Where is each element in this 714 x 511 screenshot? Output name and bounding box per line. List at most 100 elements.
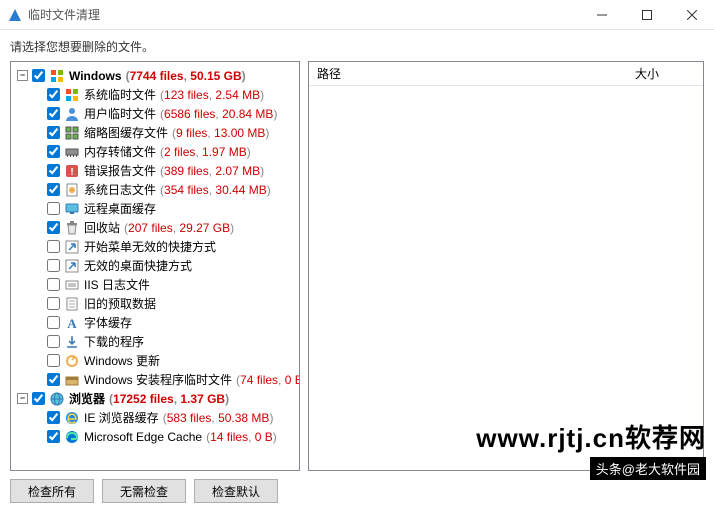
tree-item[interactable]: Windows 更新 (13, 351, 297, 370)
maximize-button[interactable] (624, 0, 669, 30)
item-checkbox[interactable] (47, 183, 60, 196)
item-checkbox[interactable] (47, 411, 60, 424)
tree-item[interactable]: 旧的预取数据 (13, 294, 297, 313)
tree-item[interactable]: Windows 安装程序临时文件 (74 files, 0 B (13, 370, 297, 389)
item-label: 下载的程序 (84, 333, 144, 350)
item-label: 错误报告文件 (84, 162, 156, 179)
file-list-body (309, 86, 703, 470)
tree-item[interactable]: 开始菜单无效的快捷方式 (13, 237, 297, 256)
svg-text:A: A (67, 316, 77, 331)
check-default-button[interactable]: 检查默认 (194, 479, 278, 503)
tree-item[interactable]: 回收站 (207 files, 29.27 GB) (13, 218, 297, 237)
item-checkbox[interactable] (47, 145, 60, 158)
item-checkbox[interactable] (47, 126, 60, 139)
item-label: Microsoft Edge Cache (84, 430, 202, 444)
item-checkbox[interactable] (47, 202, 60, 215)
item-checkbox[interactable] (47, 88, 60, 101)
prefetch-icon (64, 296, 80, 312)
prompt-text: 请选择您想要删除的文件。 (0, 30, 714, 61)
tree-item[interactable]: 下载的程序 (13, 332, 297, 351)
tree-item[interactable]: 远程桌面缓存 (13, 199, 297, 218)
item-label: 用户临时文件 (84, 105, 156, 122)
app-icon (8, 8, 22, 22)
log-icon (64, 182, 80, 198)
iis-icon (64, 277, 80, 293)
update-icon (64, 353, 80, 369)
thumb-icon (64, 125, 80, 141)
memory-icon (64, 144, 80, 160)
item-label: 系统日志文件 (84, 181, 156, 198)
download-icon (64, 334, 80, 350)
tree-item[interactable]: 用户临时文件 (6586 files, 20.84 MB) (13, 104, 297, 123)
column-size[interactable]: 大小 (635, 65, 695, 82)
item-label: IE 浏览器缓存 (84, 409, 159, 426)
item-checkbox[interactable] (47, 221, 60, 234)
shortcut-icon (64, 258, 80, 274)
category-tree[interactable]: −Windows (7744 files, 50.15 GB)系统临时文件 (1… (10, 61, 300, 471)
item-checkbox[interactable] (47, 278, 60, 291)
tree-item[interactable]: 系统日志文件 (354 files, 30.44 MB) (13, 180, 297, 199)
group-checkbox[interactable] (32, 69, 45, 82)
tree-group[interactable]: −Windows (7744 files, 50.15 GB) (13, 66, 297, 85)
installer-icon (64, 372, 80, 388)
item-checkbox[interactable] (47, 164, 60, 177)
item-label: Windows 安装程序临时文件 (84, 371, 232, 388)
edge-icon (64, 429, 80, 445)
group-checkbox[interactable] (32, 392, 45, 405)
column-path[interactable]: 路径 (317, 65, 635, 82)
titlebar: 临时文件清理 (0, 0, 714, 30)
svg-text:!: ! (70, 167, 73, 178)
windows-flag-icon (64, 87, 80, 103)
item-label: 回收站 (84, 219, 120, 236)
item-label: 远程桌面缓存 (84, 200, 156, 217)
no-check-button[interactable]: 无需检查 (102, 479, 186, 503)
item-label: 开始菜单无效的快捷方式 (84, 238, 216, 255)
shortcut-icon (64, 239, 80, 255)
window-title: 临时文件清理 (28, 6, 579, 23)
tree-item[interactable]: A 字体缓存 (13, 313, 297, 332)
tree-group[interactable]: −浏览器 (17252 files, 1.37 GB) (13, 389, 297, 408)
globe-icon (49, 391, 65, 407)
collapse-icon[interactable]: − (17, 393, 28, 404)
recycle-icon (64, 220, 80, 236)
remote-icon (64, 201, 80, 217)
item-checkbox[interactable] (47, 240, 60, 253)
group-label: Windows (69, 69, 122, 83)
item-label: 无效的桌面快捷方式 (84, 257, 192, 274)
button-bar: 检查所有 无需检查 检查默认 (0, 471, 714, 511)
tree-item[interactable]: 无效的桌面快捷方式 (13, 256, 297, 275)
tree-item[interactable]: 内存转储文件 (2 files, 1.97 MB) (13, 142, 297, 161)
tree-item[interactable]: 缩略图缓存文件 (9 files, 13.00 MB) (13, 123, 297, 142)
item-checkbox[interactable] (47, 259, 60, 272)
item-checkbox[interactable] (47, 354, 60, 367)
item-label: IIS 日志文件 (84, 276, 150, 293)
item-checkbox[interactable] (47, 107, 60, 120)
tree-item[interactable]: IE 浏览器缓存 (583 files, 50.38 MB) (13, 408, 297, 427)
item-label: 内存转储文件 (84, 143, 156, 160)
close-button[interactable] (669, 0, 714, 30)
group-label: 浏览器 (69, 390, 105, 407)
tree-item[interactable]: 系统临时文件 (123 files, 2.54 MB) (13, 85, 297, 104)
font-icon: A (64, 315, 80, 331)
tree-item[interactable]: Microsoft Edge Cache (14 files, 0 B) (13, 427, 297, 446)
check-all-button[interactable]: 检查所有 (10, 479, 94, 503)
item-checkbox[interactable] (47, 335, 60, 348)
item-checkbox[interactable] (47, 297, 60, 310)
item-label: 字体缓存 (84, 314, 132, 331)
error-report-icon: ! (64, 163, 80, 179)
user-icon (64, 106, 80, 122)
item-checkbox[interactable] (47, 316, 60, 329)
file-list-header: 路径 大小 (309, 62, 703, 86)
tree-item[interactable]: IIS 日志文件 (13, 275, 297, 294)
item-checkbox[interactable] (47, 430, 60, 443)
file-list-panel: 路径 大小 (308, 61, 704, 471)
item-label: 旧的预取数据 (84, 295, 156, 312)
windows-flag-icon (49, 68, 65, 84)
item-label: Windows 更新 (84, 352, 160, 369)
collapse-icon[interactable]: − (17, 70, 28, 81)
item-label: 缩略图缓存文件 (84, 124, 168, 141)
tree-item[interactable]: !错误报告文件 (389 files, 2.07 MB) (13, 161, 297, 180)
minimize-button[interactable] (579, 0, 624, 30)
item-checkbox[interactable] (47, 373, 60, 386)
ie-icon (64, 410, 80, 426)
